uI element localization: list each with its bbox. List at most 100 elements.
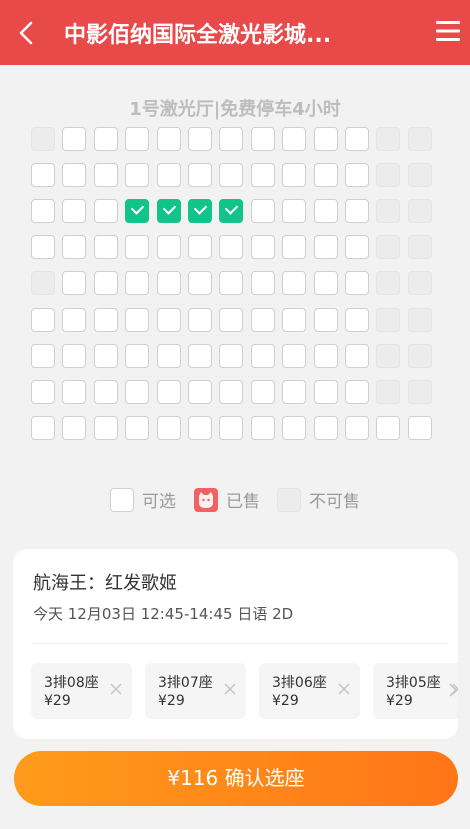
seat-available[interactable] bbox=[282, 199, 306, 223]
seat-available[interactable] bbox=[94, 199, 118, 223]
seat-available[interactable] bbox=[125, 235, 149, 259]
seat-available[interactable] bbox=[62, 127, 86, 151]
seat-available[interactable] bbox=[282, 235, 306, 259]
seat-available[interactable] bbox=[345, 271, 369, 295]
chevron-left-icon[interactable] bbox=[14, 20, 40, 46]
seat-available[interactable] bbox=[94, 235, 118, 259]
seat-available[interactable] bbox=[314, 308, 338, 332]
seat-available[interactable] bbox=[314, 235, 338, 259]
seat-available[interactable] bbox=[157, 308, 181, 332]
seat-available[interactable] bbox=[31, 344, 55, 368]
seat-selected[interactable] bbox=[188, 199, 212, 223]
seat-available[interactable] bbox=[188, 344, 212, 368]
seat-selected[interactable] bbox=[157, 199, 181, 223]
seat-available[interactable] bbox=[219, 127, 243, 151]
seat-available[interactable] bbox=[31, 235, 55, 259]
seat-selected[interactable] bbox=[219, 199, 243, 223]
seat-available[interactable] bbox=[345, 127, 369, 151]
seat-available[interactable] bbox=[157, 344, 181, 368]
seat-available[interactable] bbox=[94, 380, 118, 404]
seat-available[interactable] bbox=[376, 416, 400, 440]
seat-available[interactable] bbox=[188, 163, 212, 187]
seat-available[interactable] bbox=[188, 380, 212, 404]
seat-available[interactable] bbox=[125, 380, 149, 404]
seat-available[interactable] bbox=[157, 163, 181, 187]
seat-available[interactable] bbox=[94, 308, 118, 332]
selected-seat-chip[interactable]: 3排05座 ¥29 bbox=[373, 663, 458, 719]
seat-available[interactable] bbox=[219, 308, 243, 332]
seat-available[interactable] bbox=[31, 308, 55, 332]
seat-available[interactable] bbox=[188, 308, 212, 332]
seat-available[interactable] bbox=[62, 308, 86, 332]
seat-available[interactable] bbox=[251, 163, 275, 187]
seat-available[interactable] bbox=[282, 127, 306, 151]
seat-available[interactable] bbox=[125, 163, 149, 187]
seat-available[interactable] bbox=[219, 163, 243, 187]
seat-available[interactable] bbox=[157, 235, 181, 259]
seat-available[interactable] bbox=[345, 199, 369, 223]
selected-seat-chip[interactable]: 3排08座 ¥29 bbox=[31, 663, 132, 719]
seat-available[interactable] bbox=[94, 416, 118, 440]
seat-available[interactable] bbox=[282, 163, 306, 187]
seat-available[interactable] bbox=[62, 416, 86, 440]
seat-available[interactable] bbox=[251, 271, 275, 295]
hamburger-menu-icon[interactable] bbox=[436, 20, 460, 42]
seat-available[interactable] bbox=[62, 271, 86, 295]
seat-available[interactable] bbox=[125, 271, 149, 295]
seat-available[interactable] bbox=[31, 416, 55, 440]
selected-seat-chip[interactable]: 3排06座 ¥29 bbox=[259, 663, 360, 719]
seat-available[interactable] bbox=[314, 199, 338, 223]
seat-available[interactable] bbox=[345, 235, 369, 259]
seat-available[interactable] bbox=[314, 163, 338, 187]
seat-available[interactable] bbox=[125, 416, 149, 440]
seat-available[interactable] bbox=[188, 127, 212, 151]
seat-available[interactable] bbox=[94, 271, 118, 295]
close-icon[interactable] bbox=[224, 683, 236, 695]
seat-available[interactable] bbox=[314, 380, 338, 404]
seat-available[interactable] bbox=[408, 416, 432, 440]
seat-available[interactable] bbox=[157, 416, 181, 440]
seat-available[interactable] bbox=[282, 271, 306, 295]
seat-available[interactable] bbox=[219, 416, 243, 440]
seat-available[interactable] bbox=[282, 380, 306, 404]
seat-available[interactable] bbox=[345, 380, 369, 404]
seat-available[interactable] bbox=[62, 199, 86, 223]
seat-available[interactable] bbox=[219, 235, 243, 259]
seat-available[interactable] bbox=[94, 127, 118, 151]
confirm-seat-button[interactable]: ¥116 确认选座 bbox=[14, 751, 458, 806]
seat-available[interactable] bbox=[314, 344, 338, 368]
seat-available[interactable] bbox=[251, 344, 275, 368]
seat-available[interactable] bbox=[157, 271, 181, 295]
seat-available[interactable] bbox=[282, 344, 306, 368]
seat-available[interactable] bbox=[31, 163, 55, 187]
seat-available[interactable] bbox=[251, 308, 275, 332]
seat-available[interactable] bbox=[94, 163, 118, 187]
seat-available[interactable] bbox=[314, 127, 338, 151]
seat-available[interactable] bbox=[125, 308, 149, 332]
seat-available[interactable] bbox=[31, 199, 55, 223]
chevron-right-icon[interactable] bbox=[448, 683, 458, 697]
seat-available[interactable] bbox=[62, 344, 86, 368]
seat-available[interactable] bbox=[282, 416, 306, 440]
seat-available[interactable] bbox=[282, 308, 306, 332]
seat-available[interactable] bbox=[125, 127, 149, 151]
seat-available[interactable] bbox=[345, 344, 369, 368]
seat-available[interactable] bbox=[188, 416, 212, 440]
seat-available[interactable] bbox=[157, 127, 181, 151]
seat-available[interactable] bbox=[31, 380, 55, 404]
seat-available[interactable] bbox=[125, 344, 149, 368]
seat-available[interactable] bbox=[251, 235, 275, 259]
seat-available[interactable] bbox=[188, 271, 212, 295]
seat-available[interactable] bbox=[314, 271, 338, 295]
seat-available[interactable] bbox=[251, 416, 275, 440]
seat-selected[interactable] bbox=[125, 199, 149, 223]
seat-available[interactable] bbox=[219, 271, 243, 295]
close-icon[interactable] bbox=[338, 683, 350, 695]
seat-available[interactable] bbox=[314, 416, 338, 440]
seat-available[interactable] bbox=[219, 380, 243, 404]
seat-available[interactable] bbox=[62, 380, 86, 404]
seat-available[interactable] bbox=[219, 344, 243, 368]
seat-available[interactable] bbox=[345, 416, 369, 440]
seat-available[interactable] bbox=[62, 163, 86, 187]
seat-available[interactable] bbox=[251, 127, 275, 151]
